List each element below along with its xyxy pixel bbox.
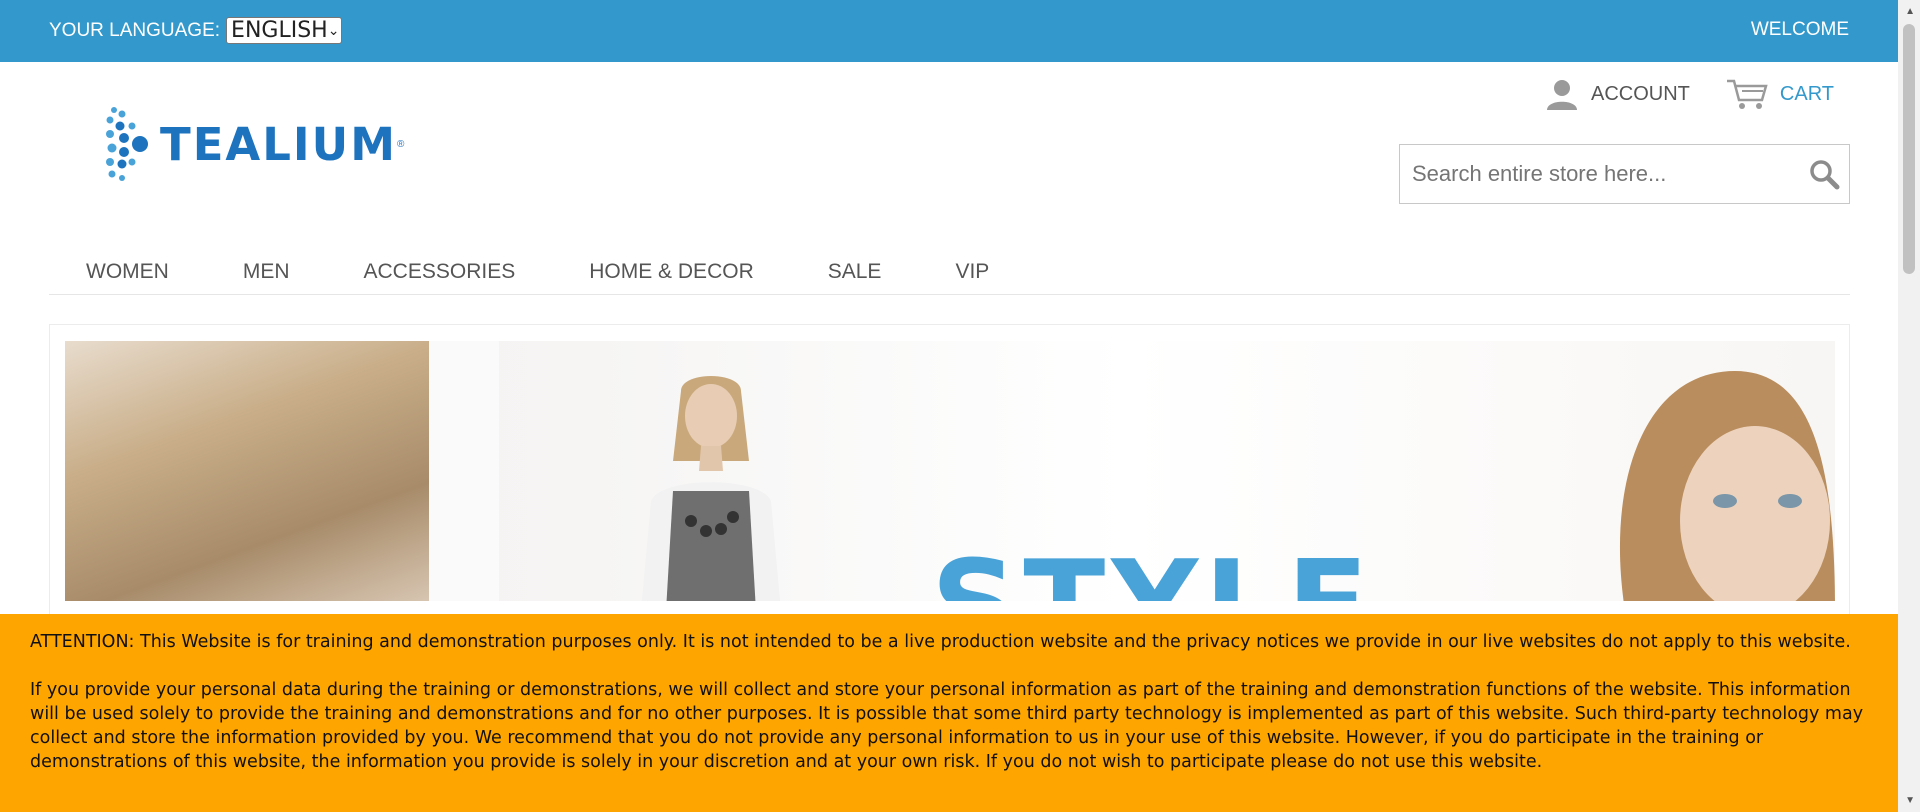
trademark-icon: ® [397,138,405,150]
hero-divider [429,341,499,601]
notice-paragraph-2: If you provide your personal data during… [30,680,1864,772]
cart-link[interactable]: CART [1726,78,1834,110]
language-select[interactable]: English ⌄ [226,17,343,44]
logo-text: TEALIUM [160,117,398,171]
cart-icon [1726,79,1768,109]
vertical-scrollbar[interactable]: ▲ ▼ [1898,0,1920,812]
notice-paragraph-1: ATTENTION: This Website is for training … [30,632,1851,652]
user-icon [1547,80,1578,110]
nav-item-vip[interactable]: VIP [918,258,1026,288]
scroll-up-arrow-icon[interactable]: ▲ [1905,6,1915,17]
logo-mark-icon [106,107,148,181]
chevron-down-icon: ⌄ [327,22,340,39]
nav-item-accessories[interactable]: ACCESSORIES [327,258,553,288]
hero-image: STYLE [65,341,1835,601]
hero-headline: STYLE [931,536,1375,601]
nav-item-sale[interactable]: SALE [791,258,919,288]
search-box [1399,144,1850,204]
hair-closeup-image [65,341,429,601]
language-label: YOUR LANGUAGE: [49,19,221,41]
account-label: ACCOUNT [1591,82,1690,105]
header-links: ACCOUNT CART [1545,78,1834,110]
language-switcher: YOUR LANGUAGE: English ⌄ [49,17,343,44]
language-value: English [231,18,328,43]
welcome-message: WELCOME [1750,19,1849,40]
main-navigation: WOMEN MEN ACCESSORIES HOME & DECOR SALE … [49,258,1850,295]
search-input[interactable] [1400,145,1799,203]
scroll-down-arrow-icon[interactable]: ▼ [1905,795,1915,806]
cart-label: CART [1779,82,1834,105]
demo-notice-banner: ATTENTION: This Website is for training … [0,614,1898,812]
nav-item-men[interactable]: MEN [206,258,327,288]
search-button[interactable] [1799,158,1849,190]
nav-item-women[interactable]: WOMEN [49,258,206,288]
top-bar: YOUR LANGUAGE: English ⌄ WELCOME [0,0,1898,62]
hero-banner[interactable]: STYLE [49,324,1850,624]
model-figure-image [641,376,781,601]
search-icon [1810,160,1840,190]
account-link[interactable]: ACCOUNT [1545,78,1690,110]
scrollbar-thumb[interactable] [1903,24,1915,274]
store-logo[interactable]: TEALIUM ® [102,104,404,184]
model-portrait-image [1619,371,1835,601]
nav-item-home-decor[interactable]: HOME & DECOR [552,258,791,288]
